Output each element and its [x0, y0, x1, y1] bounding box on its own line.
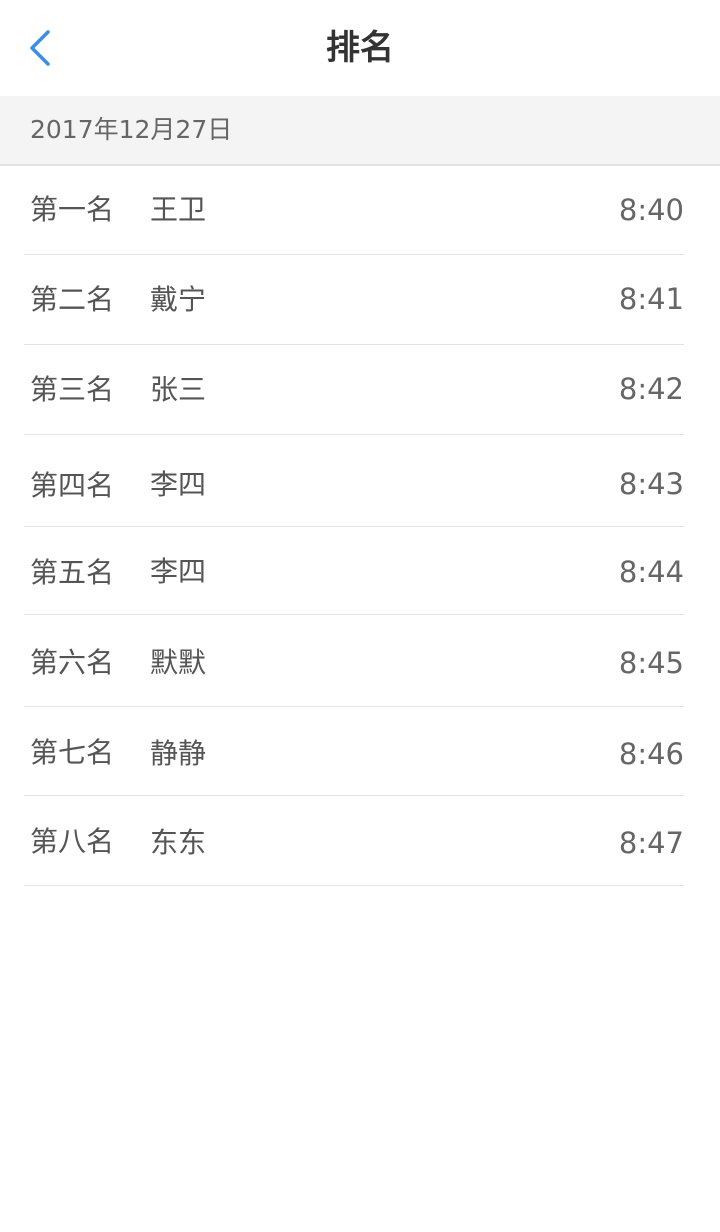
- rank-label: 第二名: [30, 283, 115, 316]
- rank-label: 第七名: [30, 736, 115, 769]
- arrival-time: 8:47: [618, 826, 684, 860]
- arrival-time: 8:43: [618, 467, 684, 501]
- ranking-row[interactable]: 第四名 李四 8:43: [24, 435, 684, 527]
- arrival-time: 8:40: [618, 193, 684, 227]
- rank-label: 第三名: [30, 373, 115, 406]
- person-name: 东东: [150, 826, 207, 859]
- ranking-list: 第一名 王卫 8:40 第二名 戴宁 8:41 第三名 张三 8:42 第四名 …: [0, 166, 720, 886]
- arrival-time: 8:45: [618, 646, 684, 680]
- ranking-row[interactable]: 第八名 东东 8:47: [24, 796, 684, 886]
- person-name: 张三: [150, 373, 207, 406]
- person-name: 李四: [150, 468, 207, 501]
- ranking-row[interactable]: 第三名 张三 8:42: [24, 345, 684, 435]
- ranking-row[interactable]: 第七名 静静 8:46: [24, 707, 684, 796]
- ranking-row[interactable]: 第一名 王卫 8:40: [24, 166, 684, 255]
- rank-label: 第八名: [30, 825, 115, 858]
- person-name: 静静: [150, 737, 207, 770]
- person-name: 王卫: [150, 193, 207, 226]
- person-name: 李四: [150, 555, 207, 588]
- arrival-time: 8:44: [618, 555, 684, 589]
- ranking-row[interactable]: 第五名 李四 8:44: [24, 527, 684, 615]
- date-section-header: 2017年12月27日: [0, 96, 720, 166]
- rank-label: 第四名: [30, 469, 115, 502]
- rank-label: 第五名: [30, 556, 115, 589]
- arrival-time: 8:46: [618, 737, 684, 771]
- rank-label: 第六名: [30, 646, 115, 679]
- person-name: 默默: [150, 646, 207, 679]
- arrival-time: 8:42: [618, 372, 684, 406]
- chevron-left-icon: [30, 30, 50, 66]
- rank-label: 第一名: [30, 193, 115, 226]
- person-name: 戴宁: [150, 283, 207, 316]
- date-label: 2017年12月27日: [30, 115, 233, 144]
- back-button[interactable]: [20, 24, 64, 72]
- ranking-row[interactable]: 第二名 戴宁 8:41: [24, 255, 684, 345]
- ranking-row[interactable]: 第六名 默默 8:45: [24, 615, 684, 707]
- top-nav-bar: 排名: [0, 0, 720, 96]
- arrival-time: 8:41: [618, 282, 684, 316]
- page-title: 排名: [326, 28, 394, 68]
